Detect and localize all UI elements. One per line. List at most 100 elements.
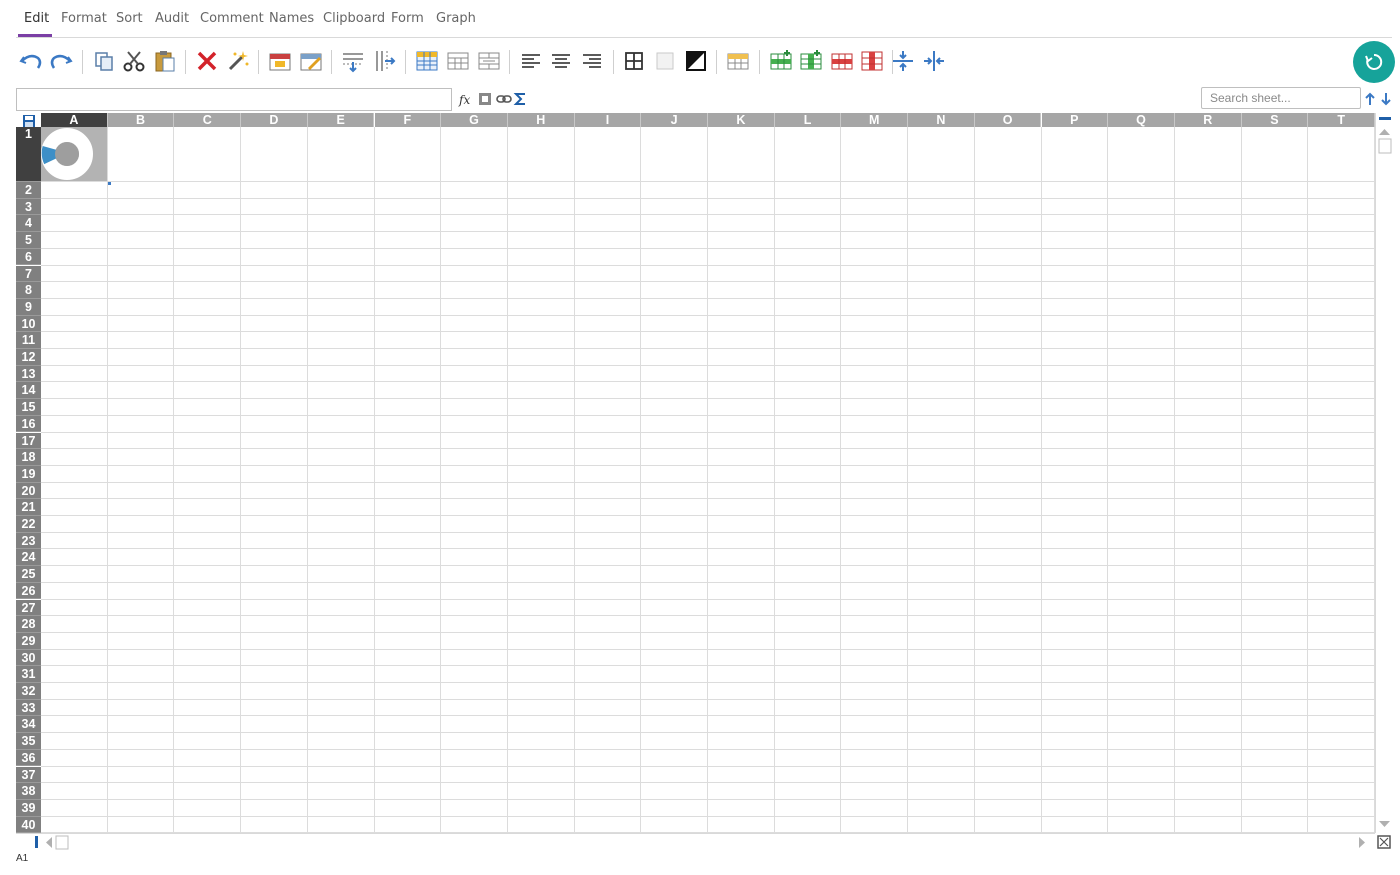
insert-cells-icon[interactable] (267, 48, 293, 74)
fullscreen-icon[interactable] (1376, 834, 1392, 850)
column-header-t[interactable]: T (1308, 113, 1375, 127)
menu-audit[interactable]: Audit (155, 11, 189, 26)
row-header-15[interactable]: 15 (16, 399, 41, 416)
row-header-23[interactable]: 23 (16, 532, 41, 550)
column-header-e[interactable]: E (307, 113, 375, 127)
row-header-11[interactable]: 11 (16, 332, 41, 349)
column-header-a[interactable]: A (41, 113, 108, 127)
column-header-g[interactable]: G (441, 113, 508, 127)
row-header-4[interactable]: 4 (16, 215, 41, 233)
undo-icon[interactable] (18, 48, 44, 74)
row-header-10[interactable]: 10 (16, 315, 41, 333)
row-header-5[interactable]: 5 (16, 232, 41, 249)
column-header-h[interactable]: H (507, 113, 575, 127)
row-header-34[interactable]: 34 (16, 716, 41, 734)
row-header-27[interactable]: 27 (16, 599, 41, 617)
column-header-n[interactable]: N (908, 113, 975, 127)
scroll-thumb[interactable] (1378, 138, 1392, 154)
row-header-1[interactable]: 1 (16, 127, 41, 182)
copy-icon[interactable] (91, 48, 117, 74)
row-header-20[interactable]: 20 (16, 482, 41, 500)
insert-column-left-icon[interactable] (798, 48, 824, 74)
column-header-j[interactable]: J (641, 113, 708, 127)
menu-edit[interactable]: Edit (24, 11, 49, 26)
borders-all-icon[interactable] (621, 48, 647, 74)
row-header-31[interactable]: 31 (16, 666, 41, 683)
row-header-30[interactable]: 30 (16, 649, 41, 667)
row-header-6[interactable]: 6 (16, 248, 41, 266)
column-header-c[interactable]: C (174, 113, 242, 127)
column-header-k[interactable]: K (708, 113, 775, 127)
link-icon[interactable] (496, 91, 512, 107)
column-header-q[interactable]: Q (1108, 113, 1175, 127)
column-header-f[interactable]: F (374, 113, 442, 127)
row-header-17[interactable]: 17 (16, 432, 41, 450)
column-header-i[interactable]: I (574, 113, 642, 127)
align-center-icon[interactable] (548, 48, 574, 74)
row-header-13[interactable]: 13 (16, 365, 41, 383)
row-header-18[interactable]: 18 (16, 449, 41, 466)
selection-fill-handle[interactable] (108, 182, 111, 185)
freeze-rows-icon[interactable] (890, 48, 916, 74)
scroll-up-arrow-icon[interactable] (1379, 129, 1390, 135)
menu-graph[interactable]: Graph (436, 11, 476, 26)
delete-column-icon[interactable] (859, 48, 885, 74)
insert-row-above-icon[interactable] (768, 48, 794, 74)
scroll-thumb[interactable] (55, 835, 69, 850)
menu-sort[interactable]: Sort (116, 11, 143, 26)
row-header-16[interactable]: 16 (16, 415, 41, 433)
insert-row-icon[interactable] (340, 48, 366, 74)
scroll-left-arrow-icon[interactable] (46, 837, 52, 848)
row-header-38[interactable]: 38 (16, 783, 41, 800)
function-icon[interactable]: fx (458, 91, 474, 107)
freeze-columns-icon[interactable] (921, 48, 947, 74)
paste-icon[interactable] (152, 48, 178, 74)
merge-cells-icon[interactable] (445, 48, 471, 74)
magic-wand-icon[interactable] (225, 48, 251, 74)
sort-rows-icon[interactable] (725, 48, 751, 74)
scroll-split-handle[interactable] (35, 836, 38, 848)
edit-cells-icon[interactable] (298, 48, 324, 74)
column-header-p[interactable]: P (1041, 113, 1109, 127)
redo-icon[interactable] (48, 48, 74, 74)
row-header-19[interactable]: 19 (16, 465, 41, 483)
column-header-s[interactable]: S (1241, 113, 1309, 127)
delete-icon[interactable] (194, 48, 220, 74)
fill-color-icon[interactable] (683, 48, 709, 74)
row-header-8[interactable]: 8 (16, 282, 41, 299)
formula-input[interactable] (16, 88, 452, 111)
borders-none-icon[interactable] (652, 48, 678, 74)
column-header-d[interactable]: D (241, 113, 308, 127)
menu-clipboard[interactable]: Clipboard (323, 11, 385, 26)
scroll-right-arrow-icon[interactable] (1359, 837, 1365, 848)
scroll-split-handle[interactable] (1379, 117, 1391, 120)
row-header-25[interactable]: 25 (16, 566, 41, 583)
column-header-m[interactable]: M (841, 113, 909, 127)
horizontal-scrollbar[interactable] (16, 833, 1377, 851)
row-header-39[interactable]: 39 (16, 799, 41, 817)
row-header-21[interactable]: 21 (16, 499, 41, 516)
menu-names[interactable]: Names (269, 11, 314, 26)
column-header-r[interactable]: R (1174, 113, 1242, 127)
cell-area[interactable] (41, 127, 1375, 833)
refresh-button[interactable] (1353, 41, 1395, 83)
column-header-b[interactable]: B (107, 113, 175, 127)
row-header-29[interactable]: 29 (16, 632, 41, 650)
scroll-down-arrow-icon[interactable] (1379, 821, 1390, 827)
align-left-icon[interactable] (518, 48, 544, 74)
cell-reference-icon[interactable] (477, 91, 493, 107)
insert-column-icon[interactable] (371, 48, 397, 74)
sum-icon[interactable] (513, 91, 529, 107)
menu-form[interactable]: Form (391, 11, 424, 26)
search-up-icon[interactable] (1362, 91, 1378, 107)
search-down-icon[interactable] (1378, 91, 1394, 107)
row-header-24[interactable]: 24 (16, 549, 41, 567)
align-right-icon[interactable] (579, 48, 605, 74)
table-format-icon[interactable] (414, 48, 440, 74)
row-header-26[interactable]: 26 (16, 582, 41, 600)
row-header-2[interactable]: 2 (16, 182, 41, 199)
embedded-chart[interactable] (41, 127, 108, 182)
cut-icon[interactable] (121, 48, 147, 74)
select-all-corner[interactable] (16, 113, 41, 127)
column-header-o[interactable]: O (974, 113, 1042, 127)
